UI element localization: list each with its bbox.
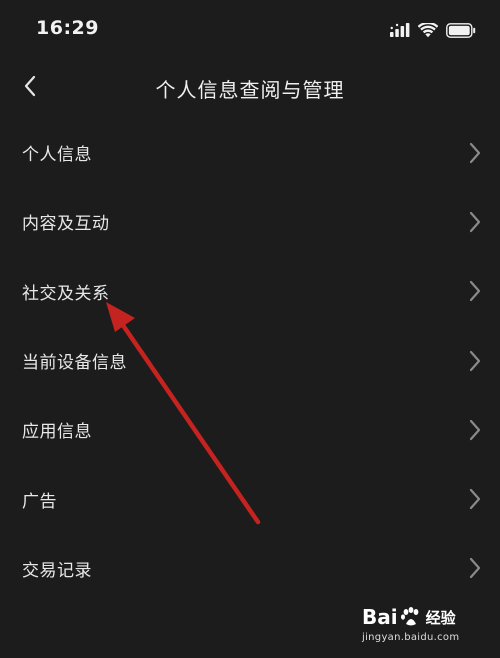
- cellular-signal-icon: [390, 23, 410, 37]
- watermark-brand-left: Bai: [362, 605, 398, 629]
- battery-icon: [446, 22, 476, 38]
- menu-item-personal-info[interactable]: 个人信息: [0, 118, 500, 187]
- menu-list: 个人信息 内容及互动 社交及关系 当前设备信息 应用信息 广告 交易记录: [0, 118, 500, 603]
- status-time: 16:29: [36, 17, 99, 39]
- status-bar: 16:29: [0, 0, 500, 56]
- menu-item-label: 社交及关系: [22, 283, 110, 304]
- chevron-right-icon: [469, 211, 481, 233]
- paw-icon: [400, 607, 419, 626]
- menu-item-label: 当前设备信息: [22, 353, 127, 374]
- watermark-url: jingyan.baidu.com: [362, 632, 460, 643]
- menu-item-label: 广告: [22, 491, 57, 512]
- baidu-logo: Bai 经验: [362, 600, 474, 634]
- menu-item-ads[interactable]: 广告: [0, 464, 500, 533]
- chevron-right-icon: [469, 489, 481, 510]
- watermark-brand-right: 经验: [425, 608, 456, 627]
- chevron-right-icon: [469, 350, 481, 371]
- nav-bar: 个人信息查阅与管理: [0, 62, 500, 114]
- page-title: 个人信息查阅与管理: [155, 78, 345, 102]
- chevron-right-icon: [469, 281, 481, 302]
- menu-item-app-info[interactable]: 应用信息: [0, 395, 500, 464]
- watermark: Bai 经验 jingyan.baidu.com: [362, 600, 474, 648]
- menu-item-label: 应用信息: [22, 422, 92, 443]
- menu-item-label: 个人信息: [22, 145, 92, 166]
- chevron-right-icon: [469, 558, 481, 579]
- menu-item-transactions[interactable]: 交易记录: [0, 534, 500, 603]
- menu-item-content-interaction[interactable]: 内容及互动: [0, 187, 500, 256]
- chevron-right-icon: [469, 419, 481, 440]
- menu-item-label: 内容及互动: [22, 214, 110, 235]
- menu-item-label: 交易记录: [22, 560, 92, 581]
- wifi-icon: [418, 22, 438, 37]
- menu-item-social-relations[interactable]: 社交及关系: [0, 257, 500, 326]
- chevron-right-icon: [469, 142, 481, 163]
- menu-item-device-info[interactable]: 当前设备信息: [0, 326, 500, 395]
- status-icons: [390, 20, 476, 40]
